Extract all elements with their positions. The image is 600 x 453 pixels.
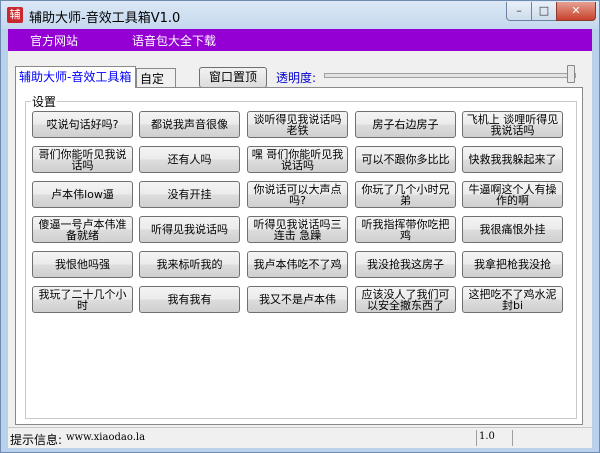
sound-button[interactable]: 我来标听我的 bbox=[139, 251, 240, 278]
sound-button[interactable]: 我玩了二十几个小时 bbox=[32, 286, 133, 313]
sound-button[interactable]: 快救我我躲起来了 bbox=[462, 146, 563, 173]
sound-button[interactable]: 都说我声音很像 bbox=[139, 111, 240, 138]
sound-button-grid: 哎说句话好吗? 都说我声音很像 谈听得见我说话吗老铁 房子右边房子 飞机上 谈哩听得见我… bbox=[32, 111, 568, 313]
sound-button[interactable]: 你说话可以大声点吗? bbox=[247, 181, 348, 208]
sound-button[interactable]: 听我指挥带你吃把鸡 bbox=[355, 216, 456, 243]
status-label: 提示信息: bbox=[10, 433, 63, 447]
status-cell bbox=[512, 430, 591, 446]
sound-button[interactable]: 我很痛恨外挂 bbox=[462, 216, 563, 243]
close-button[interactable]: ✕ bbox=[556, 2, 596, 21]
sound-button[interactable]: 我又不是卢本伟 bbox=[247, 286, 348, 313]
sound-button[interactable]: 我有我有 bbox=[139, 286, 240, 313]
app-window: 辅 辅助大师-音效工具箱V1.0 – □ ✕ 官方网站 语音包大全下载 辅助大师… bbox=[0, 0, 600, 453]
sound-button[interactable]: 房子右边房子 bbox=[355, 111, 456, 138]
sound-button[interactable]: 嘿 哥们你能听见我说话吗 bbox=[247, 146, 348, 173]
sound-button[interactable]: 这把吃不了鸡水泥封bi bbox=[462, 286, 563, 313]
title-bar[interactable]: 辅 辅助大师-音效工具箱V1.0 – □ ✕ bbox=[1, 1, 599, 29]
opacity-slider-thumb[interactable] bbox=[567, 65, 575, 83]
status-bar: 提示信息: www.xiaodao.la 1.0 bbox=[8, 427, 592, 448]
sound-button[interactable]: 还有人吗 bbox=[139, 146, 240, 173]
menu-item-voice-pack-download[interactable]: 语音包大全下载 bbox=[132, 32, 216, 49]
sound-button[interactable]: 你玩了几个小时兄弟 bbox=[355, 181, 456, 208]
sound-button[interactable]: 我拿把枪我没抢 bbox=[462, 251, 563, 278]
status-value: www.xiaodao.la bbox=[66, 432, 146, 443]
sound-button[interactable]: 卢本伟low逼 bbox=[32, 181, 133, 208]
sound-button[interactable]: 傻逼一号卢本伟准备就绪 bbox=[32, 216, 133, 243]
sound-button[interactable]: 应该没人了我们可以安全撤东西了 bbox=[355, 286, 456, 313]
sound-button[interactable]: 飞机上 谈哩听得见我说话吗 bbox=[462, 111, 563, 138]
sound-button[interactable]: 哎说句话好吗? bbox=[32, 111, 133, 138]
sound-button[interactable]: 我卢本伟吃不了鸡 bbox=[247, 251, 348, 278]
menu-item-official-site[interactable]: 官方网站 bbox=[30, 32, 78, 49]
tab-sound-toolbox[interactable]: 辅助大师-音效工具箱 bbox=[15, 66, 136, 88]
version-label: 1.0 bbox=[479, 431, 495, 442]
settings-group-label: 设置 bbox=[31, 93, 58, 110]
opacity-label: 透明度: bbox=[276, 71, 317, 85]
sound-button[interactable]: 哥们你能听见我说话吗 bbox=[32, 146, 133, 173]
app-icon: 辅 bbox=[7, 7, 23, 23]
tab-custom[interactable]: 自定义 bbox=[136, 68, 176, 106]
sound-button[interactable]: 牛逼啊这个人有操作的啊 bbox=[462, 181, 563, 208]
sound-button[interactable]: 我恨他吗强 bbox=[32, 251, 133, 278]
maximize-button[interactable]: □ bbox=[531, 2, 557, 21]
window-title: 辅助大师-音效工具箱V1.0 bbox=[29, 11, 181, 26]
sound-button[interactable]: 我没抢我这房子 bbox=[355, 251, 456, 278]
client-area: 官方网站 语音包大全下载 辅助大师-音效工具箱 自定义 窗口置顶 透明度: 设置… bbox=[8, 29, 592, 448]
minimize-button[interactable]: – bbox=[506, 2, 532, 21]
sound-button[interactable]: 听得见我说话吗 bbox=[139, 216, 240, 243]
opacity-slider-track[interactable] bbox=[324, 73, 576, 78]
sound-button[interactable]: 谈听得见我说话吗老铁 bbox=[247, 111, 348, 138]
sound-button[interactable]: 可以不跟你多比比 bbox=[355, 146, 456, 173]
window-topmost-button[interactable]: 窗口置顶 bbox=[199, 67, 267, 88]
sound-button[interactable]: 没有开挂 bbox=[139, 181, 240, 208]
sound-button[interactable]: 听得见我说话吗三连击 急躁 bbox=[247, 216, 348, 243]
menu-bar: 官方网站 语音包大全下载 bbox=[8, 29, 592, 51]
status-divider bbox=[476, 430, 477, 446]
